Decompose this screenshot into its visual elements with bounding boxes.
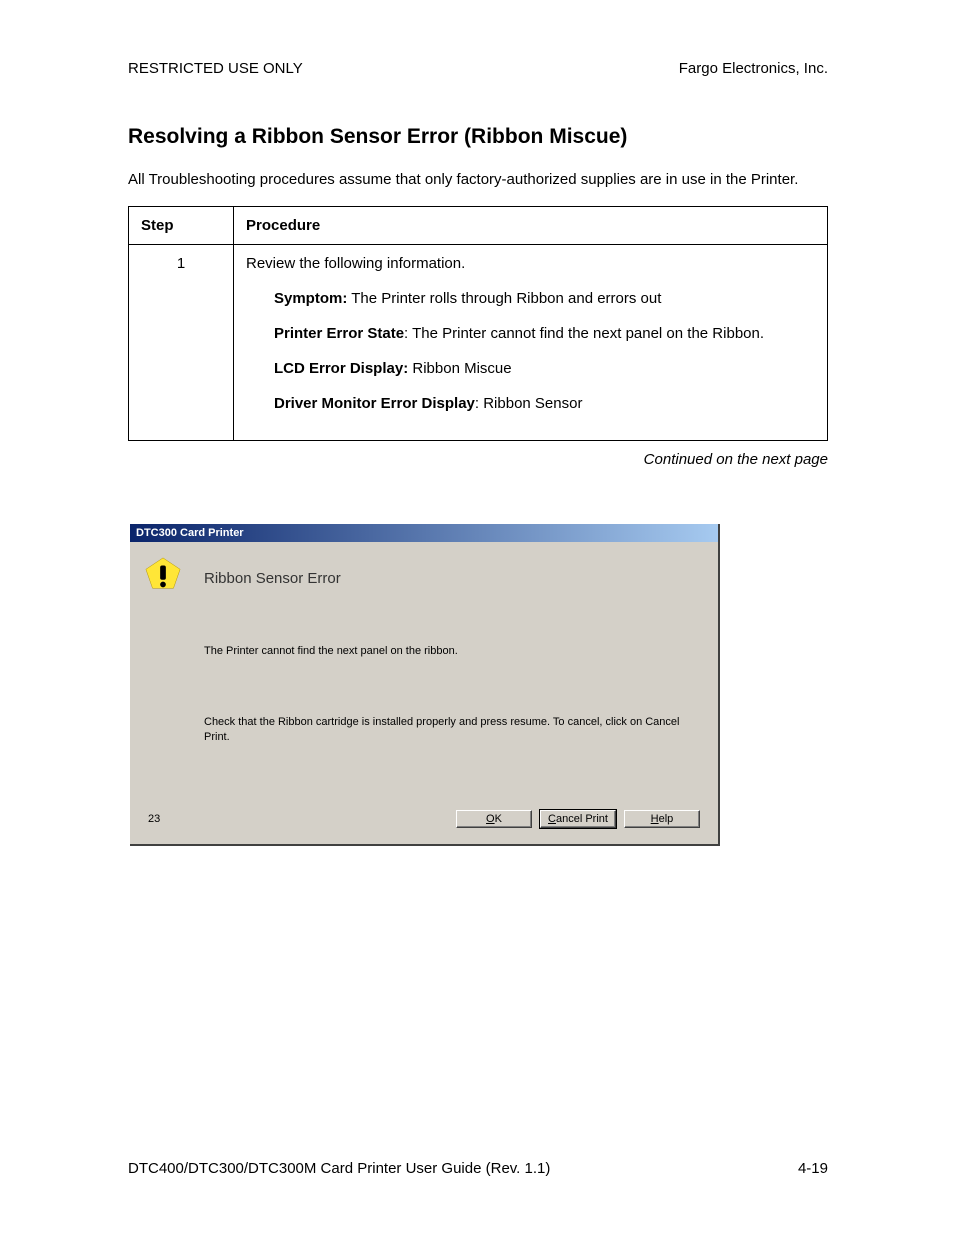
dialog-counter: 23: [144, 813, 160, 825]
dialog-error-title: Ribbon Sensor Error: [204, 570, 700, 587]
intro-paragraph: All Troubleshooting procedures assume th…: [128, 169, 828, 190]
procedure-table: Step Procedure 1 Review the following in…: [128, 206, 828, 441]
ok-button[interactable]: OK: [456, 810, 532, 828]
cancel-rest: ancel Print: [556, 813, 608, 825]
ok-rest: K: [495, 813, 502, 825]
driver-label: Driver Monitor Error Display: [274, 395, 475, 412]
footer-title: DTC400/DTC300/DTC300M Card Printer User …: [128, 1160, 550, 1177]
help-rest: elp: [659, 813, 674, 825]
procedure-cell: Review the following information. Sympto…: [234, 245, 828, 441]
warning-icon: [144, 556, 182, 594]
dialog-titlebar: DTC300 Card Printer: [130, 524, 718, 542]
continued-note: Continued on the next page: [128, 451, 828, 468]
error-state-label: Printer Error State: [274, 325, 404, 342]
help-accelerator: H: [651, 813, 659, 825]
col-header-procedure: Procedure: [234, 207, 828, 245]
header-restricted: RESTRICTED USE ONLY: [128, 60, 303, 77]
cancel-print-button[interactable]: Cancel Print: [540, 810, 616, 828]
dialog-message-1: The Printer cannot find the next panel o…: [204, 645, 700, 657]
dialog-message-2: Check that the Ribbon cartridge is insta…: [204, 715, 700, 746]
footer-page-number: 4-19: [798, 1160, 828, 1177]
col-header-step: Step: [129, 207, 234, 245]
header-company: Fargo Electronics, Inc.: [679, 60, 828, 77]
error-dialog: DTC300 Card Printer Ribbon Senso: [130, 524, 720, 846]
symptom-label: Symptom:: [274, 290, 347, 307]
symptom-text: The Printer rolls through Ribbon and err…: [347, 290, 661, 307]
lcd-text: Ribbon Miscue: [408, 360, 511, 377]
driver-text: : Ribbon Sensor: [475, 395, 583, 412]
error-state-text: : The Printer cannot find the next panel…: [404, 325, 764, 342]
lcd-label: LCD Error Display:: [274, 360, 408, 377]
procedure-lead: Review the following information.: [246, 255, 465, 272]
table-row: 1 Review the following information. Symp…: [129, 245, 828, 441]
ok-accelerator: O: [486, 813, 495, 825]
page-title: Resolving a Ribbon Sensor Error (Ribbon …: [128, 125, 828, 149]
step-number: 1: [129, 245, 234, 441]
cancel-accelerator: C: [548, 813, 556, 825]
help-button[interactable]: Help: [624, 810, 700, 828]
